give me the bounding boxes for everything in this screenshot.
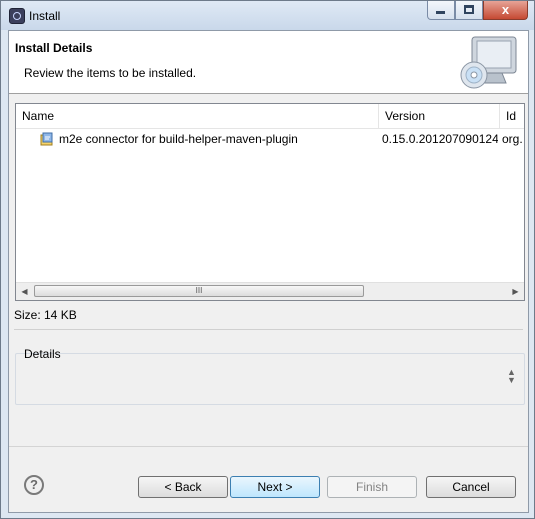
scroll-right-arrow-icon[interactable]: ▶ (507, 283, 524, 300)
horizontal-scrollbar[interactable]: ◀ III ▶ (16, 282, 524, 300)
separator (14, 329, 523, 330)
details-textarea[interactable] (15, 353, 525, 405)
monitor-cd-icon (460, 36, 517, 89)
wizard-header: Install Details Review the items to be i… (9, 31, 528, 94)
row-id: org. (502, 132, 523, 146)
help-icon[interactable]: ? (24, 475, 44, 495)
dialog-body: Install Details Review the items to be i… (8, 30, 529, 513)
install-dialog: Install x Install Details Review the ite… (0, 0, 535, 519)
window-controls: x (427, 1, 528, 20)
footer-divider (9, 446, 528, 447)
install-items-table[interactable]: Name Version Id m2e connector for build-… (15, 103, 525, 301)
page-title: Install Details (15, 41, 93, 55)
table-header: Name Version Id (16, 104, 524, 129)
details-label: Details (24, 347, 61, 361)
plugin-icon (40, 132, 53, 146)
cancel-button[interactable]: Cancel (426, 476, 516, 498)
window-title: Install (29, 9, 61, 23)
maximize-icon (464, 5, 474, 14)
back-button[interactable]: < Back (138, 476, 228, 498)
minimize-button[interactable] (427, 1, 455, 20)
page-description: Review the items to be installed. (24, 66, 197, 80)
row-name: m2e connector for build-helper-maven-plu… (59, 132, 298, 146)
minimize-icon (436, 11, 445, 14)
table-row[interactable]: m2e connector for build-helper-maven-plu… (16, 129, 524, 149)
column-header-id[interactable]: Id (500, 104, 524, 128)
details-scroll-icon[interactable]: ▲ ▼ (507, 368, 516, 385)
column-header-version[interactable]: Version (379, 104, 500, 128)
app-icon (9, 8, 25, 24)
column-header-name[interactable]: Name (16, 104, 379, 128)
maximize-button[interactable] (455, 1, 483, 20)
scroll-thumb[interactable]: III (34, 285, 364, 297)
scroll-left-arrow-icon[interactable]: ◀ (16, 283, 33, 300)
next-button[interactable]: Next > (230, 476, 320, 498)
close-icon: x (501, 2, 510, 17)
row-version: 0.15.0.201207090124 (382, 132, 498, 146)
title-bar[interactable]: Install x (1, 1, 534, 30)
size-label: Size: 14 KB (14, 308, 77, 322)
close-button[interactable]: x (483, 1, 528, 20)
finish-button[interactable]: Finish (327, 476, 417, 498)
